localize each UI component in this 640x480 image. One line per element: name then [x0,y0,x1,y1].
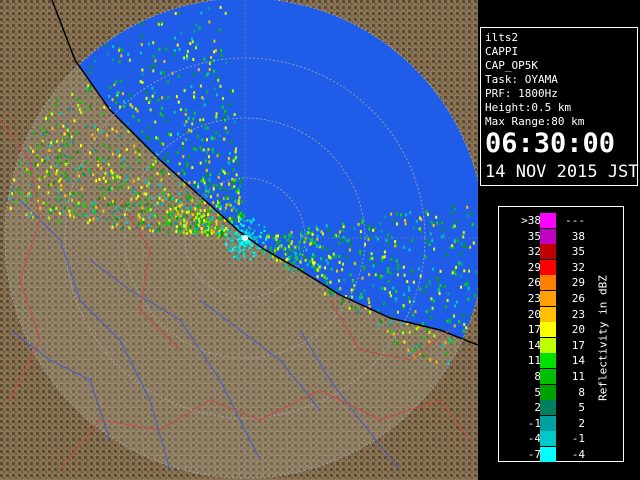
legend-high-value: 23 [571,307,585,321]
legend-low-value: 32 [527,245,541,259]
legend-high-value: 8 [578,385,585,399]
legend-low-value: >38 [521,214,541,227]
legend-low-value: -7 [527,448,541,461]
info-product-code: CAP_OP5K [485,59,538,72]
legend-high-value: -1 [571,432,585,446]
legend-swatch [540,228,556,244]
color-legend: >38 --- 35 38 32 35 29 32 26 29 23 26 20 23 17 20 14 17 11… [498,206,624,462]
info-date: 14 NOV 2015 JST [485,162,639,182]
legend-low-value: -1 [527,416,541,430]
legend-low-value: 8 [534,370,541,383]
legend-high-value: 32 [571,260,585,274]
info-product: CAPPI [485,45,519,58]
legend-high-value: 38 [571,229,585,243]
legend-swatch [540,306,556,322]
legend-low-value: 2 [534,401,541,415]
legend-low-value: 17 [527,323,541,337]
legend-title: Reflectivity in dBZ [596,275,610,401]
radar-site-marker [242,235,248,241]
legend-high-value: 11 [571,370,585,383]
radar-display [0,0,478,480]
info-prf: PRF: 1800Hz [485,87,558,100]
legend-high-value: 2 [578,416,585,430]
legend-low-value: 35 [527,229,541,243]
legend-title-box: Reflectivity in dBZ [595,243,611,433]
legend-swatch [540,384,556,400]
legend-swatch [540,400,556,416]
legend-low-value: 23 [527,292,541,305]
legend-swatch [540,415,556,431]
legend-swatch [540,259,556,275]
legend-high-value: --- [565,214,585,227]
info-task: Task: OYAMA [485,73,558,86]
legend-swatch [540,369,556,384]
legend-high-value: 35 [571,245,585,259]
legend-swatch [540,337,556,353]
legend-swatch [540,431,556,447]
legend-low-value: 26 [527,276,541,290]
legend-high-value: -4 [571,448,585,461]
info-height: Height:0.5 km [485,101,572,114]
legend-high-value: 29 [571,276,585,290]
info-radar-name: ilts2 [485,31,519,44]
legend-swatch [540,291,556,306]
legend-swatch [540,353,556,369]
legend-swatch [540,322,556,338]
legend-high-value: 14 [571,354,585,368]
legend-low-value: 5 [534,385,541,399]
legend-high-value: 26 [571,292,585,305]
legend-row: >38 --- [499,213,624,229]
legend-high-value: 20 [571,323,585,337]
legend-high-value: 5 [578,401,585,415]
legend-low-value: 29 [527,260,541,274]
legend-swatch [540,447,556,462]
legend-swatch [540,213,556,228]
legend-row: -7 -4 [499,447,624,463]
legend-row: -4 -1 [499,431,624,447]
legend-low-value: 14 [527,338,541,352]
info-time: 06:30:00 [485,128,616,159]
legend-low-value: 20 [527,307,541,321]
legend-low-value: 11 [527,354,541,368]
legend-low-value: -4 [527,432,541,446]
legend-high-value: 17 [571,338,585,352]
legend-swatch [540,275,556,291]
radar-map[interactable] [0,0,478,480]
legend-swatch [540,244,556,260]
info-max-range: Max Range:80 km [485,115,585,128]
info-panel: ilts2 CAPPI CAP_OP5K Task: OYAMA PRF: 18… [480,27,639,186]
